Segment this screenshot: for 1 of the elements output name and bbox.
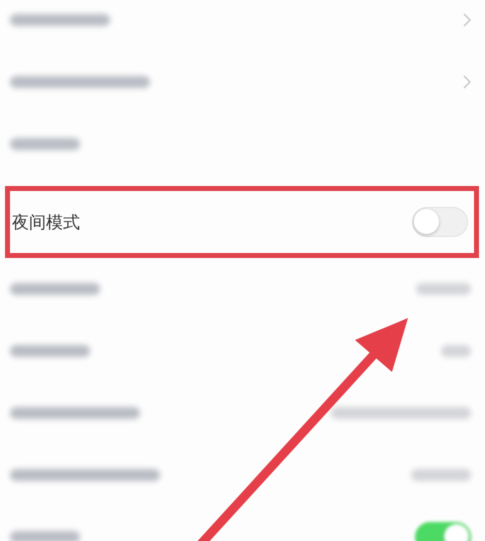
setting-label: 夜间模式 <box>12 212 80 234</box>
